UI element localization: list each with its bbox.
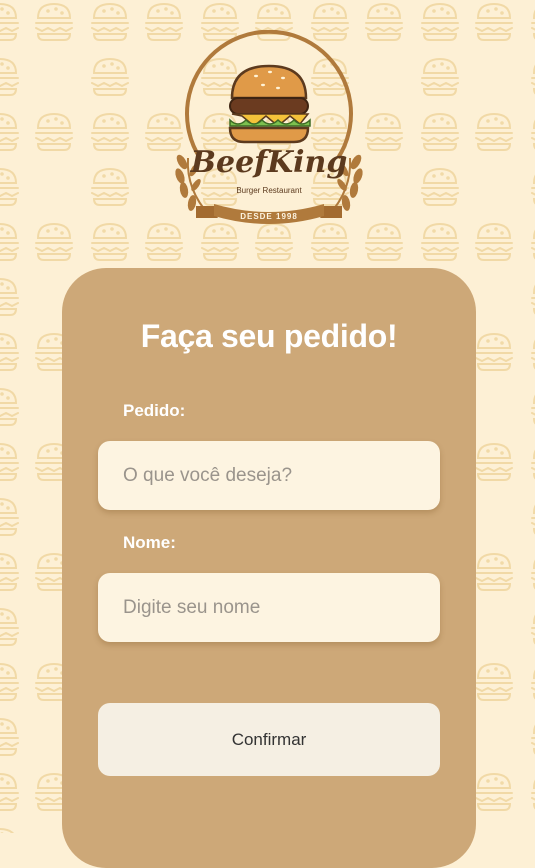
beefking-logo: BeefKing Burger Restaurant DESDE 1998	[175, 30, 363, 224]
tagline: Burger Restaurant	[236, 186, 302, 195]
confirm-button[interactable]: Confirmar	[98, 703, 440, 776]
ribbon-text: DESDE 1998	[240, 212, 298, 221]
brand-name: BeefKing	[190, 145, 348, 180]
burger-icon	[228, 64, 311, 144]
name-label: Nome:	[123, 533, 176, 552]
order-label: Pedido:	[123, 401, 186, 420]
order-input[interactable]	[98, 441, 440, 510]
form-title: Faça seu pedido!	[140, 318, 398, 354]
order-form-card: Faça seu pedido! Pedido: Nome: Confirmar	[62, 268, 476, 868]
name-input[interactable]	[98, 573, 440, 642]
